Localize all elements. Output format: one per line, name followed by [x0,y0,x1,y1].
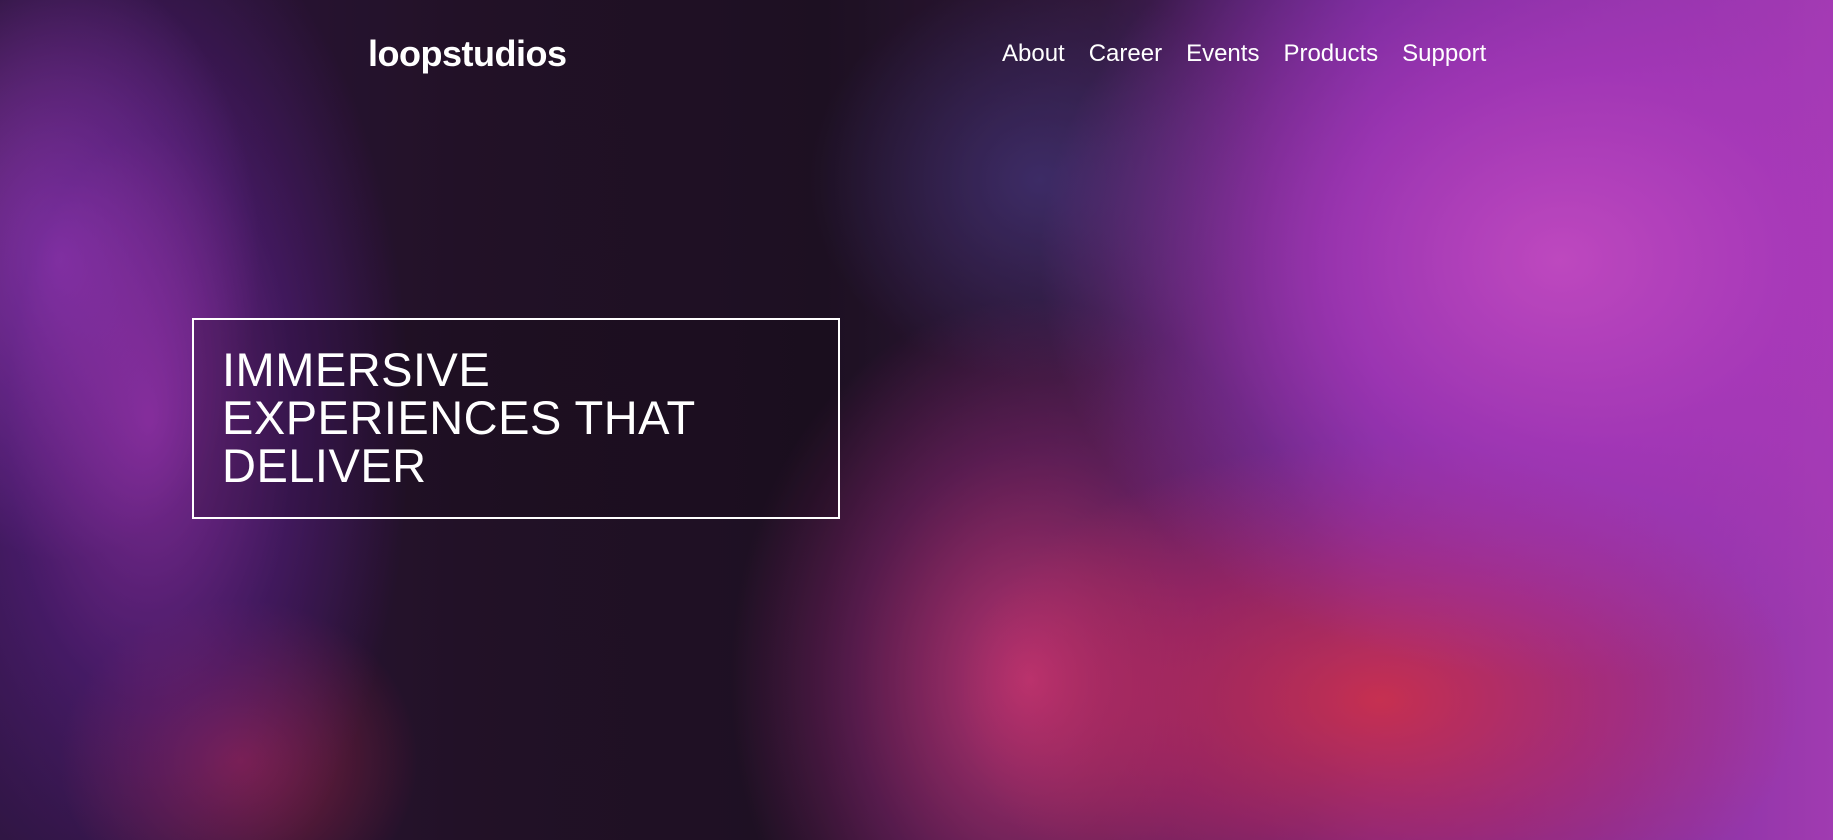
site-header: loopstudios About Career Events Products… [0,0,1833,110]
nav-link-support[interactable]: Support [1402,38,1486,70]
logo[interactable]: loopstudios [368,32,567,76]
main-nav: About Career Events Products Support [1002,38,1486,70]
hero-headline: IMMERSIVE EXPERIENCES THAT DELIVER [222,343,695,492]
headline-box: IMMERSIVE EXPERIENCES THAT DELIVER [192,318,840,519]
hero-section: loopstudios About Career Events Products… [0,0,1833,840]
nav-link-about[interactable]: About [1002,38,1065,70]
nav-link-events[interactable]: Events [1186,38,1259,70]
nav-link-career[interactable]: Career [1089,38,1162,70]
nav-link-products[interactable]: Products [1283,38,1378,70]
